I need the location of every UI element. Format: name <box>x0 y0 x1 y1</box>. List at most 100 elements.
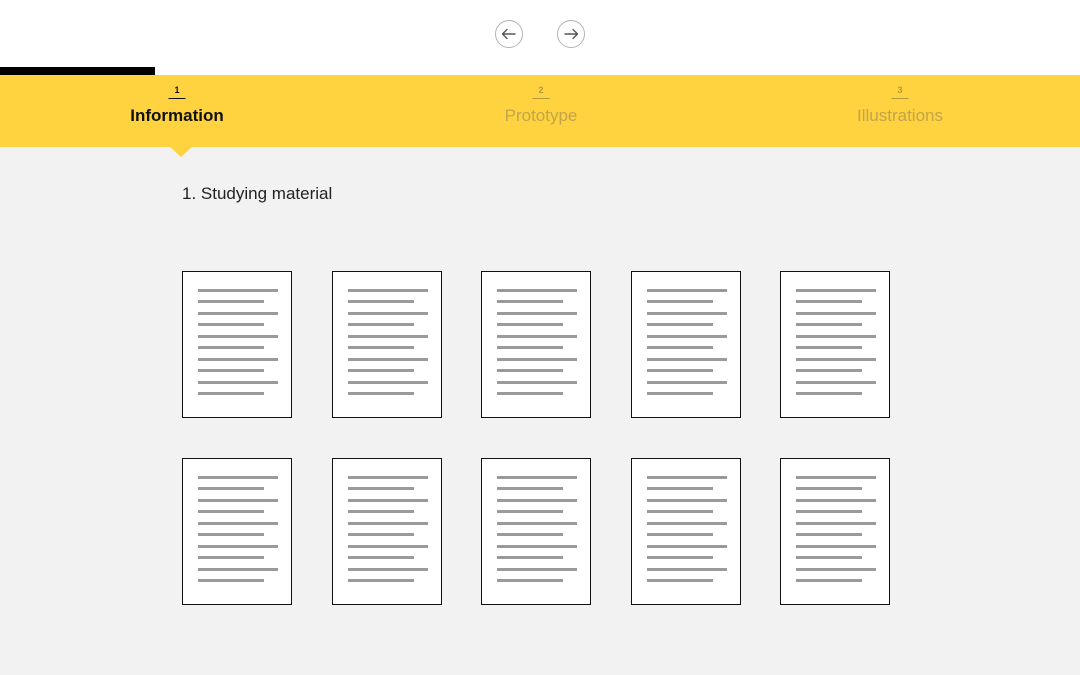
document-text-line <box>348 487 414 490</box>
document-text-line <box>348 312 428 315</box>
step-number: 3 <box>891 85 909 99</box>
step-number: 1 <box>168 85 186 99</box>
top-bar <box>0 0 1080 75</box>
document-text-line <box>647 533 713 536</box>
document-text-line <box>796 510 862 513</box>
document-text-line <box>198 289 278 292</box>
step-label: Illustrations <box>857 106 943 125</box>
document-text-line <box>497 381 577 384</box>
document-icon[interactable] <box>481 458 591 605</box>
document-text-line <box>348 369 414 372</box>
document-text-line <box>198 533 264 536</box>
document-icon[interactable] <box>182 271 292 418</box>
step-illustrations[interactable]: 3 Illustrations <box>780 75 1020 147</box>
document-icon[interactable] <box>332 458 442 605</box>
document-text-line <box>796 346 862 349</box>
step-prototype[interactable]: 2 Prototype <box>421 75 661 147</box>
document-text-line <box>497 323 563 326</box>
document-text-line <box>796 568 876 571</box>
document-text-line <box>348 522 428 525</box>
document-text-line <box>348 346 414 349</box>
document-text-line <box>198 545 278 548</box>
document-text-line <box>796 545 876 548</box>
document-text-line <box>348 289 428 292</box>
document-text-line <box>497 487 563 490</box>
document-text-line <box>497 476 577 479</box>
document-text-line <box>348 358 428 361</box>
document-text-line <box>647 323 713 326</box>
document-text-line <box>497 499 577 502</box>
document-text-line <box>348 533 414 536</box>
document-text-line <box>796 323 862 326</box>
document-text-line <box>198 300 264 303</box>
document-text-line <box>497 568 577 571</box>
document-text-line <box>796 522 876 525</box>
document-text-line <box>647 487 713 490</box>
document-icon[interactable] <box>182 458 292 605</box>
document-text-line <box>796 392 862 395</box>
document-text-line <box>198 369 264 372</box>
document-text-line <box>647 289 727 292</box>
document-text-line <box>348 381 428 384</box>
document-icon[interactable] <box>780 271 890 418</box>
document-text-line <box>647 369 713 372</box>
document-text-line <box>647 358 727 361</box>
document-text-line <box>348 568 428 571</box>
document-text-line <box>647 392 713 395</box>
document-text-line <box>497 510 563 513</box>
document-icon[interactable] <box>631 271 741 418</box>
document-text-line <box>647 556 713 559</box>
document-text-line <box>497 312 577 315</box>
document-text-line <box>198 476 278 479</box>
document-text-line <box>497 289 577 292</box>
active-step-pointer <box>170 147 192 157</box>
document-text-line <box>796 499 876 502</box>
document-text-line <box>348 545 428 548</box>
step-number: 2 <box>532 85 550 99</box>
document-text-line <box>348 335 428 338</box>
document-text-line <box>198 358 278 361</box>
document-text-line <box>796 381 876 384</box>
document-text-line <box>796 476 876 479</box>
document-text-line <box>647 300 713 303</box>
document-text-line <box>796 533 862 536</box>
document-icon[interactable] <box>631 458 741 605</box>
document-text-line <box>796 312 876 315</box>
document-icon[interactable] <box>481 271 591 418</box>
steps-bar: 1 Information 2 Prototype 3 Illustration… <box>0 75 1080 147</box>
back-button[interactable] <box>495 20 523 48</box>
document-text-line <box>796 358 876 361</box>
document-text-line <box>796 335 876 338</box>
document-text-line <box>198 335 278 338</box>
arrow-left-icon <box>501 28 516 40</box>
document-icon[interactable] <box>332 271 442 418</box>
document-text-line <box>647 335 727 338</box>
document-text-line <box>497 579 563 582</box>
document-text-line <box>198 312 278 315</box>
document-text-line <box>198 522 278 525</box>
document-text-line <box>348 556 414 559</box>
document-text-line <box>348 510 414 513</box>
step-label: Information <box>130 106 224 125</box>
document-text-line <box>647 476 727 479</box>
document-text-line <box>497 358 577 361</box>
document-text-line <box>348 579 414 582</box>
document-text-line <box>198 499 278 502</box>
progress-bar <box>0 67 155 75</box>
document-text-line <box>198 392 264 395</box>
document-text-line <box>796 487 862 490</box>
document-text-line <box>497 335 577 338</box>
arrow-right-icon <box>564 28 579 40</box>
document-text-line <box>497 392 563 395</box>
document-text-line <box>198 346 264 349</box>
document-text-line <box>348 392 414 395</box>
step-information[interactable]: 1 Information <box>57 75 297 147</box>
document-text-line <box>647 579 713 582</box>
document-text-line <box>198 487 264 490</box>
document-text-line <box>348 499 428 502</box>
document-icon[interactable] <box>780 458 890 605</box>
document-text-line <box>198 568 278 571</box>
document-text-line <box>647 312 727 315</box>
document-text-line <box>198 381 278 384</box>
forward-button[interactable] <box>557 20 585 48</box>
